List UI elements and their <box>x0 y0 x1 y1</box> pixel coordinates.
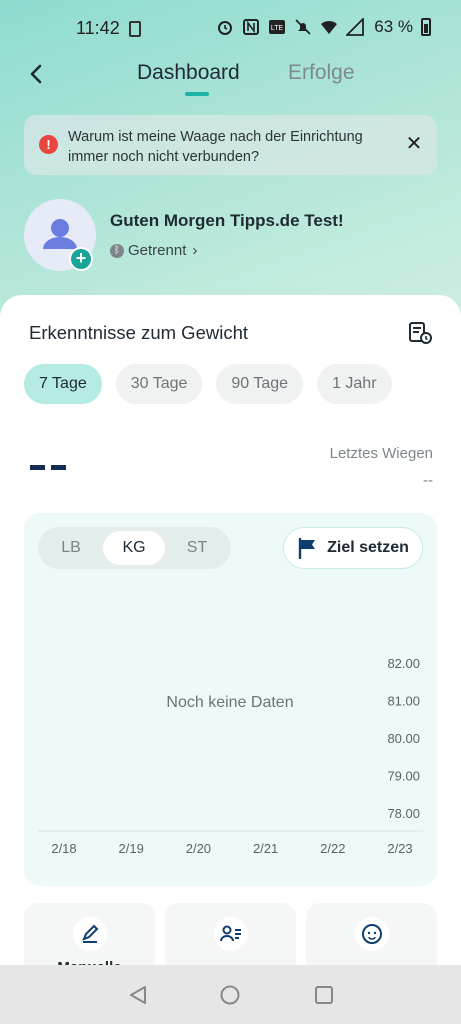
chevron-right-icon: › <box>192 242 198 259</box>
wifi-icon <box>321 20 338 34</box>
connection-status-label: Getrennt <box>128 242 187 259</box>
status-time: 11:42 <box>76 18 120 38</box>
period-selector: 7 Tage 30 Tage 90 Tage 1 Jahr <box>24 364 392 404</box>
period-7-days[interactable]: 7 Tage <box>24 364 102 404</box>
connection-help-banner[interactable]: ! Warum ist meine Waage nach der Einrich… <box>24 115 437 175</box>
close-icon[interactable]: ✕ <box>403 133 425 155</box>
alert-text: Warum ist meine Waage nach der Einrichtu… <box>68 129 363 165</box>
last-weigh-label: Letztes Wiegen <box>329 445 433 462</box>
x-tick-label: 2/22 <box>320 841 345 856</box>
add-profile-button[interactable]: + <box>69 247 93 271</box>
x-tick-label: 2/18 <box>51 841 76 856</box>
back-arrow-icon[interactable] <box>20 58 52 90</box>
x-tick-label: 2/20 <box>186 841 211 856</box>
nav-home-icon[interactable] <box>219 984 241 1006</box>
section-title: Erkenntnisse zum Gewicht <box>29 322 249 343</box>
x-tick-label: 2/21 <box>253 841 278 856</box>
tab-erfolge[interactable]: Erfolge <box>288 61 355 85</box>
y-tick-label: 81.00 <box>387 694 420 709</box>
period-30-days[interactable]: 30 Tage <box>115 364 203 404</box>
header: Dashboard Erfolge <box>0 50 461 100</box>
system-nav-bar <box>0 965 461 1024</box>
user-list-icon <box>213 917 248 951</box>
current-weight-placeholder <box>30 465 66 471</box>
alarm-icon <box>218 21 233 35</box>
period-1-year[interactable]: 1 Jahr <box>317 364 392 404</box>
y-tick-label: 82.00 <box>387 656 420 671</box>
battery-icon <box>421 18 431 36</box>
y-tick-label: 78.00 <box>387 806 420 821</box>
greeting-text: Guten Morgen Tipps.de Test! <box>110 211 344 230</box>
nav-back-icon[interactable] <box>127 984 149 1006</box>
x-tick-label: 2/19 <box>119 841 144 856</box>
volte-icon: LTE <box>269 20 286 34</box>
main-card: Erkenntnisse zum Gewicht 7 Tage 30 Tage … <box>0 295 461 1024</box>
nav-recents-icon[interactable] <box>313 984 335 1006</box>
last-weigh-value: -- <box>423 472 433 489</box>
battery-percent: 63 % <box>374 17 413 36</box>
pencil-icon <box>72 917 107 951</box>
mute-icon <box>295 19 311 35</box>
history-icon[interactable] <box>407 320 433 346</box>
svg-text:LTE: LTE <box>271 25 284 32</box>
bluetooth-icon: ᛒ <box>110 243 124 258</box>
weight-chart: Noch keine Daten 82.00 81.00 80.00 79.00 78.… <box>38 656 423 856</box>
period-90-days[interactable]: 90 Tage <box>216 364 304 404</box>
y-tick-label: 80.00 <box>387 731 420 746</box>
signal-icon <box>346 18 365 36</box>
baby-face-icon <box>354 917 389 951</box>
nfc-icon <box>243 19 260 35</box>
x-tick-label: 2/23 <box>387 841 412 856</box>
no-data-text: Noch keine Daten <box>166 694 293 711</box>
tab-dashboard[interactable]: Dashboard <box>137 61 240 85</box>
weight-chart-panel: LB KG ST Ziel setzen Noch keine Daten 82… <box>24 513 437 886</box>
status-icons: LTE 63 % <box>216 17 431 37</box>
sim-icon <box>129 21 141 37</box>
warning-icon: ! <box>39 135 58 154</box>
tab-indicator <box>185 92 209 96</box>
status-bar: 11:42 LTE 63 % <box>0 0 461 56</box>
connection-status[interactable]: ᛒ Getrennt › <box>110 242 197 259</box>
y-tick-label: 79.00 <box>387 769 420 784</box>
